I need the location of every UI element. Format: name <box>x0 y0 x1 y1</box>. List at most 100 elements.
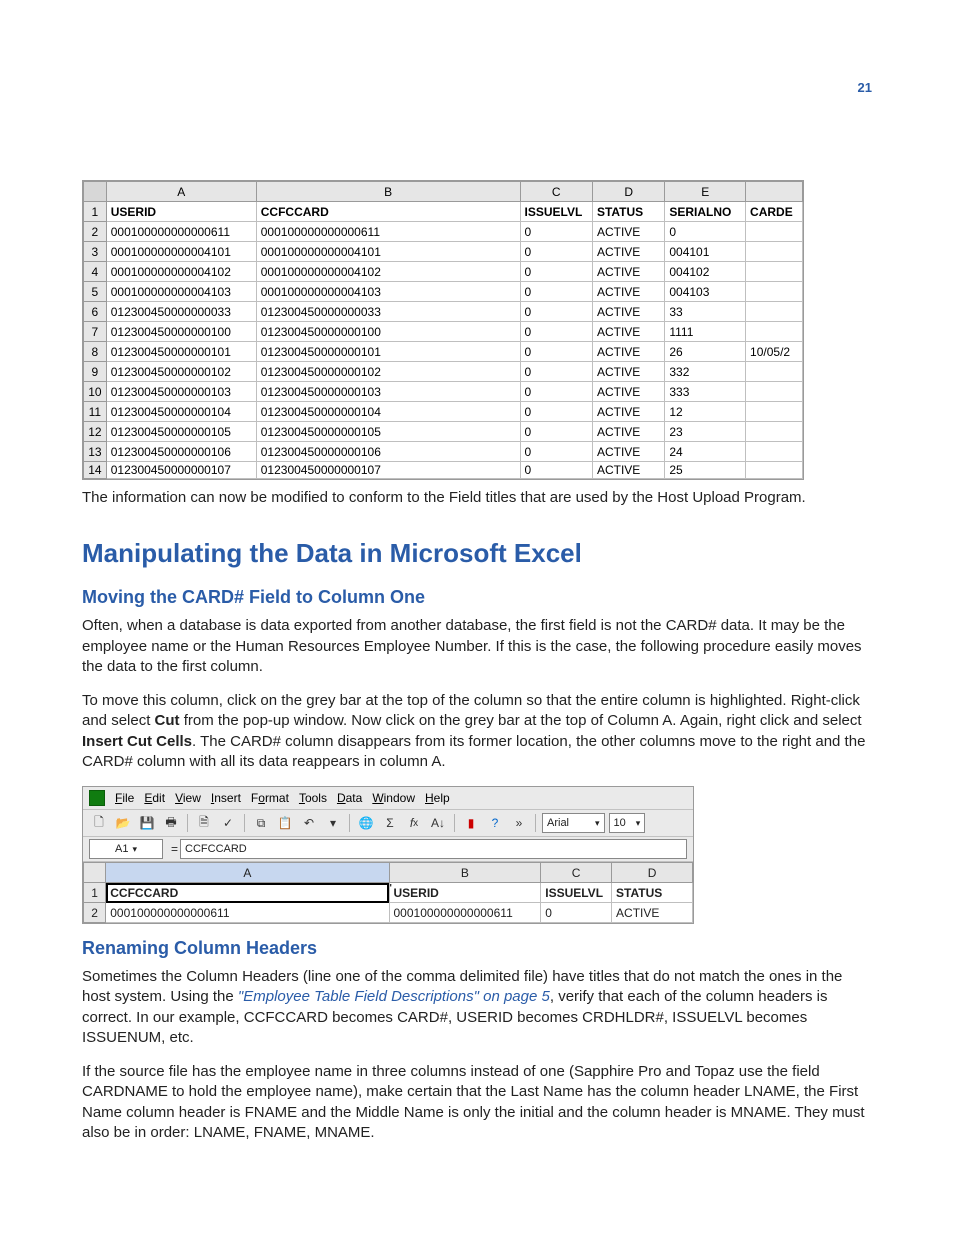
new-icon[interactable]: 🗋 <box>89 813 109 833</box>
cell[interactable]: ACTIVE <box>592 362 664 382</box>
cell[interactable] <box>746 322 803 342</box>
cross-reference-link[interactable]: "Employee Table Field Descriptions" on p… <box>238 988 550 1005</box>
cell[interactable]: 000100000000000611 <box>106 222 256 242</box>
cell[interactable]: ACTIVE <box>592 222 664 242</box>
row-header[interactable]: 14 <box>84 462 107 479</box>
cell[interactable]: 012300450000000100 <box>106 322 256 342</box>
cell[interactable]: 000100000000000611 <box>256 222 520 242</box>
menu-format[interactable]: Format <box>251 791 289 805</box>
col-header-D[interactable]: D <box>612 863 693 883</box>
menu-tools[interactable]: Tools <box>299 791 327 805</box>
cell[interactable]: 0 <box>520 242 592 262</box>
cell[interactable]: 012300450000000101 <box>106 342 256 362</box>
cell[interactable]: 000100000000004103 <box>106 282 256 302</box>
cell[interactable]: 012300450000000107 <box>106 462 256 479</box>
cell[interactable]: 0 <box>520 322 592 342</box>
cell[interactable] <box>746 262 803 282</box>
cell[interactable]: ACTIVE <box>592 302 664 322</box>
cell[interactable]: 012300450000000102 <box>256 362 520 382</box>
row-header[interactable]: 2 <box>84 222 107 242</box>
cell[interactable] <box>746 422 803 442</box>
row-header[interactable]: 12 <box>84 422 107 442</box>
cell[interactable]: 0 <box>520 342 592 362</box>
cell[interactable]: 004101 <box>665 242 746 262</box>
function-icon[interactable]: fx <box>404 813 424 833</box>
cell[interactable]: CCFCCARD <box>106 883 389 903</box>
select-all-corner[interactable] <box>84 863 106 883</box>
font-name-select[interactable]: Arial <box>542 813 605 833</box>
cell[interactable] <box>746 442 803 462</box>
menu-insert[interactable]: Insert <box>211 791 241 805</box>
cell[interactable]: 0 <box>520 302 592 322</box>
cell[interactable] <box>746 462 803 479</box>
cell[interactable] <box>746 222 803 242</box>
menu-help[interactable]: Help <box>425 791 450 805</box>
help-icon[interactable]: ? <box>485 813 505 833</box>
col-header-A[interactable]: A <box>106 863 389 883</box>
cell[interactable]: 000100000000004101 <box>106 242 256 262</box>
cell[interactable]: 26 <box>665 342 746 362</box>
cell[interactable]: ACTIVE <box>592 282 664 302</box>
cell[interactable]: STATUS <box>592 202 664 222</box>
cell[interactable]: ACTIVE <box>592 382 664 402</box>
name-box[interactable]: A1 <box>89 839 163 859</box>
cell[interactable]: 332 <box>665 362 746 382</box>
cell[interactable]: 000100000000004102 <box>256 262 520 282</box>
cell[interactable]: USERID <box>106 202 256 222</box>
cell[interactable]: 'USERID <box>389 883 541 903</box>
cell[interactable]: 004103 <box>665 282 746 302</box>
hyperlink-icon[interactable]: 🌐 <box>356 813 376 833</box>
cell[interactable]: 000100000000004102 <box>106 262 256 282</box>
cell[interactable]: CARDE <box>746 202 803 222</box>
cell[interactable]: 012300450000000107 <box>256 462 520 479</box>
cell[interactable] <box>746 362 803 382</box>
menu-window[interactable]: Window <box>372 791 415 805</box>
cell[interactable]: 0 <box>541 903 612 923</box>
cell[interactable]: ACTIVE <box>592 322 664 342</box>
menu-view[interactable]: View <box>175 791 201 805</box>
cell[interactable]: ACTIVE <box>592 242 664 262</box>
cell[interactable]: 0 <box>520 382 592 402</box>
cell[interactable]: 12 <box>665 402 746 422</box>
paste-icon[interactable]: 📋 <box>275 813 295 833</box>
cell[interactable]: ACTIVE <box>592 402 664 422</box>
cell[interactable]: ACTIVE <box>592 462 664 479</box>
undo-icon[interactable]: ↶ <box>299 813 319 833</box>
cell[interactable]: 012300450000000102 <box>106 362 256 382</box>
cell[interactable]: 10/05/2 <box>746 342 803 362</box>
cell[interactable] <box>746 382 803 402</box>
col-header-B[interactable]: B <box>256 182 520 202</box>
cell[interactable]: 012300450000000101 <box>256 342 520 362</box>
sort-icon[interactable]: A↓ <box>428 813 448 833</box>
col-header-C[interactable]: C <box>541 863 612 883</box>
cell[interactable]: 0 <box>520 402 592 422</box>
cell[interactable] <box>746 282 803 302</box>
cell[interactable]: 000100000000000611 <box>389 903 541 923</box>
row-header[interactable]: 8 <box>84 342 107 362</box>
cell[interactable]: 012300450000000103 <box>256 382 520 402</box>
cell[interactable]: 000100000000000611 <box>106 903 389 923</box>
row-header[interactable]: 3 <box>84 242 107 262</box>
row-header[interactable]: 9 <box>84 362 107 382</box>
row-header[interactable]: 11 <box>84 402 107 422</box>
cell[interactable]: 0 <box>520 262 592 282</box>
autosum-icon[interactable]: Σ <box>380 813 400 833</box>
cell[interactable]: 0 <box>520 422 592 442</box>
cell[interactable]: 0 <box>665 222 746 242</box>
formula-input[interactable]: CCFCCARD <box>180 839 687 859</box>
cell[interactable]: SERIALNO <box>665 202 746 222</box>
cell[interactable]: ISSUELVL <box>520 202 592 222</box>
col-header-A[interactable]: A <box>106 182 256 202</box>
cell[interactable]: 1111 <box>665 322 746 342</box>
spellcheck-icon[interactable]: ✓ <box>218 813 238 833</box>
print-icon[interactable]: 🖶 <box>161 813 181 833</box>
cell[interactable]: 23 <box>665 422 746 442</box>
cell[interactable]: 012300450000000105 <box>106 422 256 442</box>
cell[interactable]: 012300450000000033 <box>256 302 520 322</box>
cell[interactable]: 333 <box>665 382 746 402</box>
row-header[interactable]: 4 <box>84 262 107 282</box>
formula-equals-icon[interactable]: = <box>169 842 180 856</box>
menu-file[interactable]: File <box>115 791 134 805</box>
row-header[interactable]: 5 <box>84 282 107 302</box>
row-header-2[interactable]: 2 <box>84 903 106 923</box>
